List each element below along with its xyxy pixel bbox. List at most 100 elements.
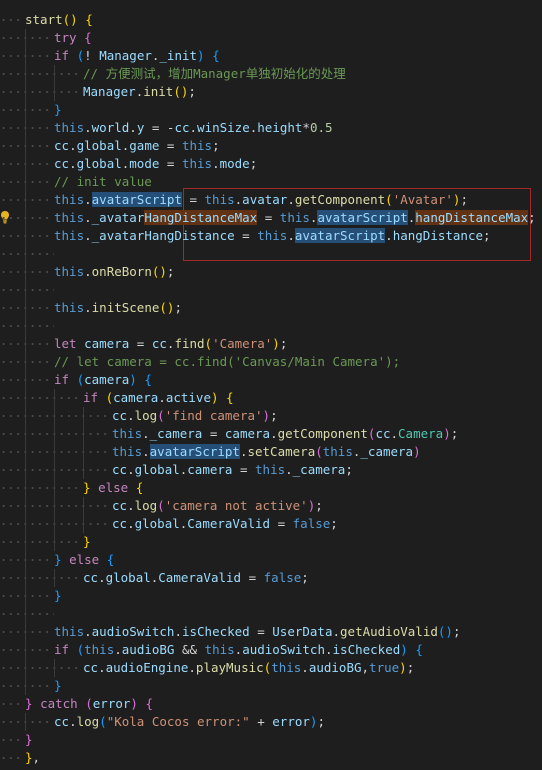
code-token: .	[390, 426, 399, 441]
code-token: )	[400, 642, 408, 657]
code-token: this	[54, 300, 85, 315]
code-token: ()	[159, 300, 175, 315]
code-token: .	[285, 462, 293, 477]
code-token: camera	[187, 462, 233, 477]
indent-guide	[25, 533, 54, 551]
code-line[interactable]: cc.global.CameraValid = false;	[0, 515, 542, 533]
code-token: else	[69, 552, 100, 567]
indent-guide	[25, 551, 54, 569]
code-line[interactable]: start() {	[0, 11, 542, 29]
code-token: init	[143, 84, 174, 99]
code-line[interactable]: cc.global.camera = this._camera;	[0, 461, 542, 479]
code-text: },	[25, 749, 40, 767]
code-token: .	[84, 300, 92, 315]
code-token: audioEngine	[105, 660, 189, 675]
indent-guide	[25, 407, 54, 425]
code-line[interactable]: // 方便测试，增加Manager单独初始化的处理	[0, 65, 542, 83]
code-token: ;	[174, 300, 182, 315]
indent-guide	[25, 101, 54, 119]
indent-guide	[25, 191, 54, 209]
code-token: (	[157, 408, 165, 423]
code-text: if (camera.active) {	[83, 389, 234, 407]
code-token: this	[255, 462, 286, 477]
code-line[interactable]: }	[0, 587, 542, 605]
code-token: (	[76, 642, 85, 657]
code-token: =	[159, 156, 182, 171]
code-line[interactable]: cc.log("Kola Cocos error:" + error);	[0, 713, 542, 731]
code-line[interactable]: } else {	[0, 551, 542, 569]
code-line[interactable]: try {	[0, 29, 542, 47]
whitespace-dots	[0, 695, 23, 713]
indent-guide	[83, 425, 112, 443]
code-line[interactable]: // init value	[0, 173, 542, 191]
code-token: audioBG	[121, 642, 175, 657]
code-line[interactable]: this.avatarScript = this.avatar.getCompo…	[0, 191, 542, 209]
indent-guide	[25, 713, 54, 731]
code-line[interactable]: } catch (error) {	[0, 695, 542, 713]
code-line[interactable]	[0, 605, 542, 623]
code-token: .	[98, 570, 106, 585]
code-line[interactable]: }	[0, 101, 542, 119]
code-line[interactable]: }	[0, 677, 542, 695]
code-token: =	[232, 462, 256, 477]
code-text: cc.global.CameraValid = false;	[83, 569, 309, 587]
code-line[interactable]: this.world.y = -cc.winSize.height*0.5	[0, 119, 542, 137]
code-line[interactable]: this.initScene();	[0, 299, 542, 317]
code-text: this.avatarScript = this.avatar.getCompo…	[54, 191, 468, 209]
code-line[interactable]: if (camera.active) {	[0, 389, 542, 407]
code-line[interactable]: let camera = cc.find('Camera');	[0, 335, 542, 353]
code-line[interactable]	[0, 317, 542, 335]
code-token: .	[301, 660, 309, 675]
code-line[interactable]: this.onReBorn();	[0, 263, 542, 281]
code-line[interactable]: this.avatarScript.setCamera(this._camera…	[0, 443, 542, 461]
code-line[interactable]: cc.global.mode = this.mode;	[0, 155, 542, 173]
code-line[interactable]: // let camera = cc.find('Canvas/Main Cam…	[0, 353, 542, 371]
code-line[interactable]: cc.log('camera not active');	[0, 497, 542, 515]
code-token: (	[85, 696, 93, 711]
code-line[interactable]: if (camera) {	[0, 371, 542, 389]
code-token: .	[385, 228, 393, 243]
code-token: = -	[144, 120, 175, 135]
code-token: setCamera	[247, 444, 316, 459]
code-token: log	[134, 408, 158, 423]
code-line[interactable]	[0, 245, 542, 263]
code-token: 0.5	[309, 120, 333, 135]
code-token: .	[287, 228, 295, 243]
code-line[interactable]: this._avatarHangDistanceMax = this.avata…	[0, 209, 542, 227]
indent-guide	[25, 155, 54, 173]
code-line[interactable]: this.audioSwitch.isChecked = UserData.ge…	[0, 623, 542, 641]
code-token: "Kola Cocos error:"	[106, 714, 250, 729]
code-token: cc	[112, 498, 128, 513]
indent-guide	[83, 497, 112, 515]
code-line[interactable]: }	[0, 731, 542, 749]
code-line[interactable]: cc.global.game = this;	[0, 137, 542, 155]
code-line[interactable]: this._camera = camera.getComponent(cc.Ca…	[0, 425, 542, 443]
code-line[interactable]: if (this.audioBG && this.audioSwitch.isC…	[0, 641, 542, 659]
code-line[interactable]: if (! Manager._init) {	[0, 47, 542, 65]
code-token: hangDistanceMax	[415, 210, 529, 225]
code-token: cc	[112, 516, 128, 531]
code-line[interactable]: Manager.init();	[0, 83, 542, 101]
code-token: _camera	[360, 444, 414, 459]
code-editor[interactable]: start() {try {if (! Manager._init) {// 方…	[0, 0, 542, 770]
code-token: {	[145, 696, 153, 711]
code-line[interactable]: this._avatarHangDistance = this.avatarSc…	[0, 227, 542, 245]
code-line[interactable]: cc.audioEngine.playMusic(this.audioBG,tr…	[0, 659, 542, 677]
code-line[interactable]	[0, 281, 542, 299]
code-line[interactable]: cc.global.CameraValid = false;	[0, 569, 542, 587]
indent-guide	[25, 173, 54, 191]
code-line[interactable]: } else {	[0, 479, 542, 497]
code-token: mode	[129, 156, 160, 171]
code-token: .	[127, 516, 135, 531]
code-line[interactable]: },	[0, 749, 542, 767]
code-token: this	[204, 192, 235, 207]
code-token: ;	[317, 714, 325, 729]
code-text: cc.audioEngine.playMusic(this.audioBG,tr…	[83, 659, 414, 677]
code-line[interactable]: cc.log('find camera');	[0, 407, 542, 425]
code-token: cc	[83, 570, 99, 585]
code-line[interactable]: }	[0, 533, 542, 551]
